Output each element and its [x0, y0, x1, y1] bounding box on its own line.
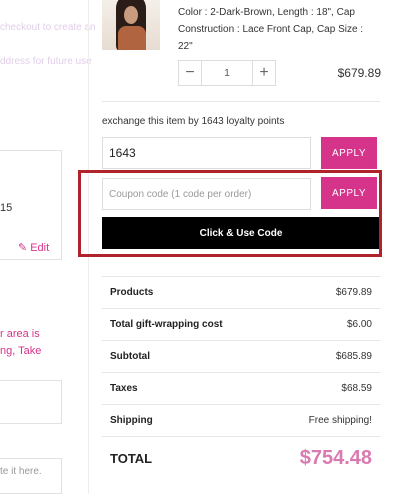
decrease-quantity-button[interactable]: − — [178, 60, 202, 86]
product-price: $679.89 — [337, 66, 381, 80]
row-label: Shipping — [110, 415, 153, 426]
row-label: Taxes — [110, 383, 138, 394]
faint-text: checkout to create an — [0, 22, 96, 33]
total-value: $754.48 — [299, 446, 372, 469]
total-label: TOTAL — [110, 450, 153, 466]
apply-coupon-button[interactable]: APPLY — [321, 177, 377, 209]
row-label: Subtotal — [110, 351, 150, 362]
loyalty-text: exchange this item by 1643 loyalty point… — [102, 116, 285, 127]
row-value: Free shipping! — [308, 415, 372, 426]
coupon-code-input[interactable] — [102, 178, 311, 210]
totals-row: Products $679.89 — [102, 277, 380, 309]
notice-text: r area is — [0, 328, 40, 340]
totals-row: Subtotal $685.89 — [102, 341, 380, 373]
notice-text: ng, Take — [0, 345, 42, 357]
pencil-icon: ✎ — [18, 242, 28, 254]
loyalty-points-input[interactable] — [102, 137, 311, 169]
product-attributes: Color : 2-Dark-Brown, Length : 18", Cap … — [178, 7, 364, 52]
increase-quantity-button[interactable]: + — [252, 60, 276, 86]
total-row: TOTAL $754.48 — [102, 437, 380, 479]
row-label: Products — [110, 287, 154, 298]
divider — [102, 101, 380, 102]
row-value: $68.59 — [341, 383, 372, 394]
faint-text: ddress for future use — [0, 56, 92, 67]
totals-row: Taxes $68.59 — [102, 373, 380, 405]
quantity-input[interactable] — [202, 60, 252, 86]
totals-row: Shipping Free shipping! — [102, 405, 380, 437]
quantity-stepper: − + — [178, 60, 276, 86]
option-box[interactable] — [0, 380, 62, 424]
click-use-code-button[interactable]: Click & Use Code — [102, 217, 380, 249]
address-column: checkout to create an ddress for future … — [0, 0, 96, 494]
totals-row: Total gift-wrapping cost $6.00 — [102, 309, 380, 341]
totals-table: Products $679.89 Total gift-wrapping cos… — [102, 276, 380, 479]
row-value: $679.89 — [335, 287, 372, 298]
row-value: $685.89 — [335, 351, 372, 362]
row-label: Total gift-wrapping cost — [110, 319, 223, 330]
edit-label: Edit — [30, 242, 50, 254]
row-value: $6.00 — [346, 319, 372, 330]
column-divider — [88, 0, 89, 494]
order-summary: Color : 2-Dark-Brown, Length : 18", Cap … — [78, 0, 395, 494]
comment-placeholder: te it here. — [0, 466, 42, 477]
product-thumbnail[interactable] — [102, 0, 160, 50]
address-number: 15 — [0, 202, 13, 214]
apply-loyalty-button[interactable]: APPLY — [321, 137, 377, 169]
edit-address-link[interactable]: ✎ Edit — [18, 241, 49, 254]
